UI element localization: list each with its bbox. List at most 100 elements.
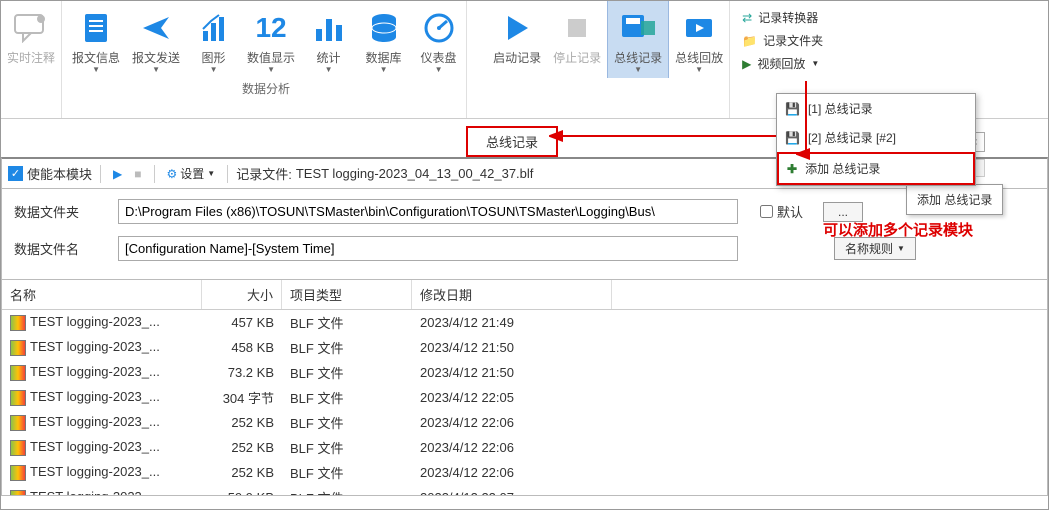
name-rule-button[interactable]: 名称规则 ▼ xyxy=(834,237,916,260)
col-header-name[interactable]: 名称 xyxy=(2,280,202,309)
video-play-icon: ▶ xyxy=(742,57,751,71)
start-record-label: 启动记录 xyxy=(493,51,541,65)
bus-replay-label: 总线回放 xyxy=(675,51,723,65)
table-row[interactable]: TEST logging-2023_... 252 KB BLF 文件 2023… xyxy=(2,460,1047,485)
data-filename-label: 数据文件名 xyxy=(14,239,104,258)
col-header-type[interactable]: 项目类型 xyxy=(282,280,412,309)
panel-tab-bus-record[interactable]: 总线记录 xyxy=(466,126,558,157)
annotation-arrow-down xyxy=(796,76,816,166)
chevron-down-icon: ▼ xyxy=(695,65,703,74)
document-icon xyxy=(75,7,117,49)
record-converter-link[interactable]: ⇄ 记录转换器 xyxy=(738,7,842,28)
data-folder-input[interactable] xyxy=(118,199,738,224)
separator xyxy=(100,165,101,183)
default-label: 默认 xyxy=(777,202,803,221)
list-body[interactable]: TEST logging-2023_... 457 KB BLF 文件 2023… xyxy=(2,310,1047,495)
spacer xyxy=(487,78,729,96)
blf-file-icon xyxy=(10,315,26,331)
table-row[interactable]: TEST logging-2023_... 252 KB BLF 文件 2023… xyxy=(2,410,1047,435)
table-row[interactable]: TEST logging-2023_... 304 字节 BLF 文件 2023… xyxy=(2,385,1047,410)
database-icon xyxy=(363,7,405,49)
dashboard-button[interactable]: 仪表盘 ▼ xyxy=(411,1,466,78)
num-display-label: 数值显示 xyxy=(247,51,295,65)
blf-file-icon xyxy=(10,340,26,356)
table-row[interactable]: TEST logging-2023_... 73.2 KB BLF 文件 202… xyxy=(2,360,1047,385)
default-checkbox[interactable] xyxy=(760,205,773,218)
msg-send-label: 报文发送 xyxy=(132,51,180,65)
stats-icon xyxy=(308,7,350,49)
graph-button[interactable]: 图形 ▼ xyxy=(186,1,241,78)
col-header-date[interactable]: 修改日期 xyxy=(412,280,612,309)
chevron-down-icon: ▼ xyxy=(811,59,819,68)
stop-icon xyxy=(556,7,598,49)
blf-file-icon xyxy=(10,365,26,381)
dd-add-label: 添加 总线记录 xyxy=(805,160,880,177)
table-row[interactable]: TEST logging-2023_... 457 KB BLF 文件 2023… xyxy=(2,310,1047,335)
spacer xyxy=(1,69,61,87)
bus-record-label: 总线记录 xyxy=(614,51,662,65)
blf-file-icon xyxy=(10,490,26,495)
msg-info-label: 报文信息 xyxy=(72,51,120,65)
separator xyxy=(154,165,155,183)
folder-icon: 📁 xyxy=(742,34,757,48)
play-button[interactable]: ▶ xyxy=(109,165,126,183)
table-row[interactable]: TEST logging-2023_... 252 KB BLF 文件 2023… xyxy=(2,435,1047,460)
stop-record-button[interactable]: 停止记录 xyxy=(547,1,607,78)
settings-button[interactable]: ⚙ 设置 ▼ xyxy=(163,163,220,184)
enable-module-label: 使能本模块 xyxy=(27,164,92,183)
send-icon xyxy=(135,7,177,49)
video-replay-label: 视频回放 xyxy=(757,55,805,72)
stop-record-label: 停止记录 xyxy=(553,51,601,65)
record-converter-label: 记录转换器 xyxy=(758,9,818,26)
replay-icon xyxy=(678,7,720,49)
table-row[interactable]: TEST logging-2023_... 458 KB BLF 文件 2023… xyxy=(2,335,1047,360)
name-rule-label: 名称规则 xyxy=(845,240,893,257)
bus-replay-button[interactable]: 总线回放 ▼ xyxy=(669,1,729,78)
play-icon xyxy=(496,7,538,49)
dashboard-label: 仪表盘 xyxy=(421,51,457,65)
msg-info-button[interactable]: 报文信息 ▼ xyxy=(66,1,126,78)
col-header-size[interactable]: 大小 xyxy=(202,280,282,309)
realtime-comment-label: 实时注释 xyxy=(7,51,55,65)
chevron-down-icon: ▼ xyxy=(152,65,160,74)
num-display-button[interactable]: 12 数值显示 ▼ xyxy=(241,1,301,78)
stats-button[interactable]: 统计 ▼ xyxy=(301,1,356,78)
record-folder-label: 记录文件夹 xyxy=(763,32,823,49)
gauge-icon xyxy=(418,7,460,49)
record-file-value: TEST logging-2023_04_13_00_42_37.blf xyxy=(296,166,534,181)
chevron-down-icon: ▼ xyxy=(325,65,333,74)
graph-label: 图形 xyxy=(202,51,226,65)
database-button[interactable]: 数据库 ▼ xyxy=(356,1,411,78)
number-icon: 12 xyxy=(250,7,292,49)
list-header: 名称 大小 项目类型 修改日期 xyxy=(2,280,1047,310)
dd-item2-label: [2] 总线记录 [#2] xyxy=(808,129,896,146)
database-label: 数据库 xyxy=(366,51,402,65)
bus-record-button[interactable]: 总线记录 ▼ xyxy=(607,1,669,78)
chevron-down-icon: ▼ xyxy=(210,65,218,74)
chevron-down-icon: ▼ xyxy=(380,65,388,74)
msg-send-button[interactable]: 报文发送 ▼ xyxy=(126,1,186,78)
record-folder-link[interactable]: 📁 记录文件夹 xyxy=(738,30,842,51)
enable-module-checkbox[interactable]: ✓ xyxy=(8,166,23,181)
default-checkbox-wrap[interactable]: 默认 xyxy=(760,202,803,221)
blf-file-icon xyxy=(10,465,26,481)
group-analysis-caption: 数据分析 xyxy=(66,78,466,99)
gear-icon: ⚙ xyxy=(167,167,178,181)
converter-icon: ⇄ xyxy=(742,11,752,25)
file-list: 名称 大小 项目类型 修改日期 TEST logging-2023_... 45… xyxy=(1,279,1048,496)
realtime-comment-button[interactable]: 实时注释 xyxy=(1,1,61,69)
table-row[interactable]: TEST logging-2023_... 59.9 KB BLF 文件 202… xyxy=(2,485,1047,495)
record-file-label: 记录文件: xyxy=(236,164,292,183)
data-folder-label: 数据文件夹 xyxy=(14,202,104,221)
settings-label: 设置 xyxy=(180,165,204,182)
start-record-button[interactable]: 启动记录 xyxy=(487,1,547,78)
add-tooltip: 添加 总线记录 xyxy=(906,184,1003,215)
dd-item1-label: [1] 总线记录 xyxy=(808,100,873,117)
video-replay-link[interactable]: ▶ 视频回放 ▼ xyxy=(738,53,842,74)
stats-label: 统计 xyxy=(317,51,341,65)
blf-file-icon xyxy=(10,440,26,456)
stop-button[interactable]: ■ xyxy=(130,165,145,183)
save-record-icon xyxy=(617,7,659,49)
data-filename-input[interactable] xyxy=(118,236,738,261)
chevron-down-icon: ▼ xyxy=(267,65,275,74)
